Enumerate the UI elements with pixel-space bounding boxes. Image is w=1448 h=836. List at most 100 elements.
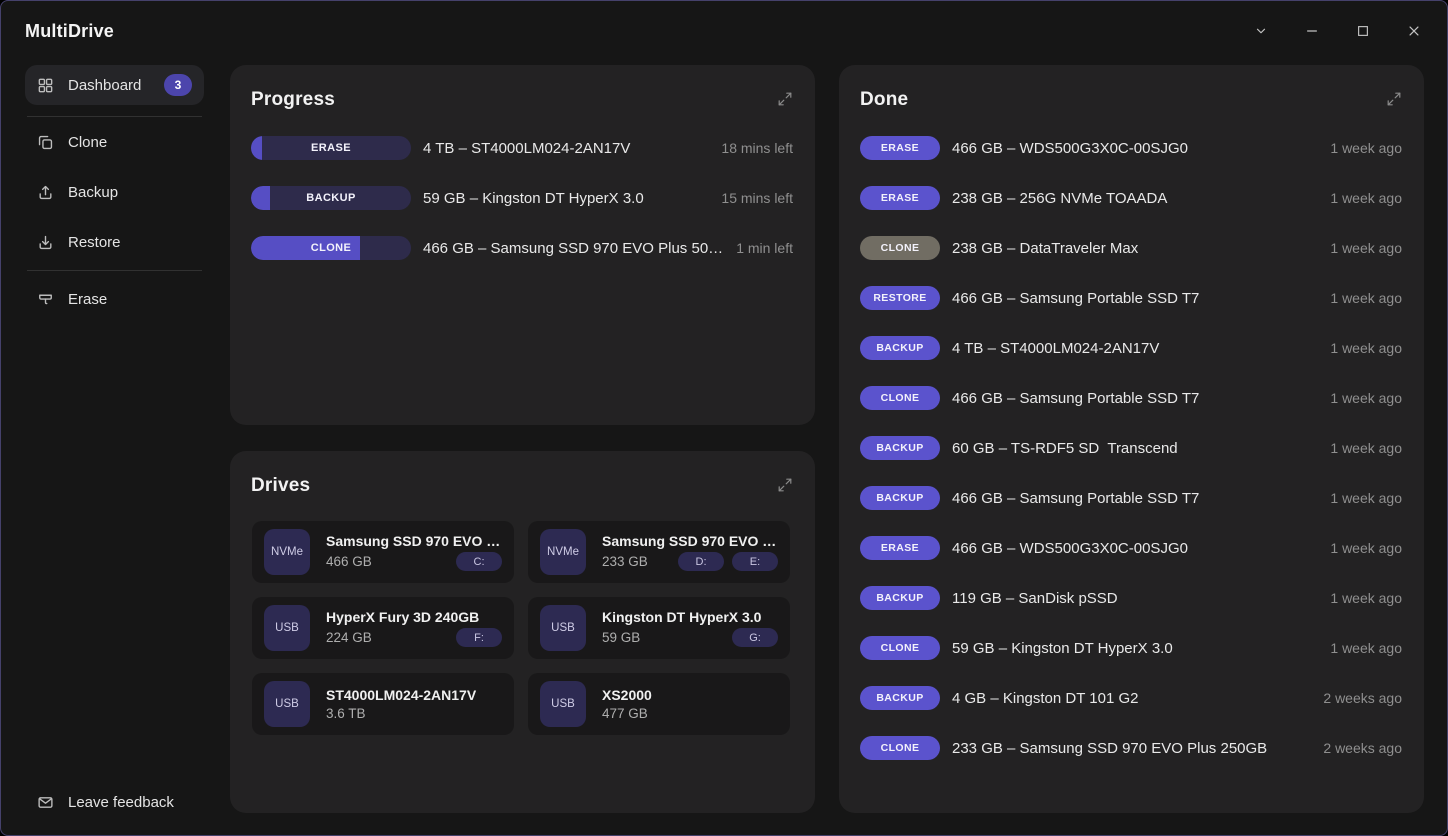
done-panel-title: Done: [860, 89, 908, 111]
drive-name: Kingston DT HyperX 3.0: [602, 609, 778, 625]
sidebar-item-label: Restore: [68, 234, 192, 251]
done-row: CLONE 466 GB – Samsung Portable SSD T7 1…: [860, 386, 1402, 410]
maximize-icon[interactable]: [1355, 24, 1370, 39]
done-row: ERASE 238 GB – 256G NVMe TOAADA 1 week a…: [860, 186, 1402, 210]
completed-time: 1 week ago: [1330, 190, 1402, 206]
drive-name: 4 TB – ST4000LM024-2AN17V: [423, 140, 711, 157]
drive-type-badge: NVMe: [540, 529, 586, 575]
done-row: CLONE 233 GB – Samsung SSD 970 EVO Plus …: [860, 736, 1402, 760]
done-row: ERASE 466 GB – WDS500G3X0C-00SJG0 1 week…: [860, 136, 1402, 160]
drives-panel-title: Drives: [251, 475, 310, 497]
operation-badge: ERASE: [860, 186, 940, 210]
drive-card[interactable]: NVMe Samsung SSD 970 EVO Pl… 233 GB D:E:: [528, 521, 790, 583]
drives-panel: Drives NVMe Samsung SSD 970 EVO Pl… 466 …: [230, 451, 815, 813]
drive-name: 466 GB – Samsung SSD 970 EVO Plus 500GB: [423, 240, 726, 257]
drive-name: 4 GB – Kingston DT 101 G2: [952, 690, 1313, 707]
operation-badge: BACKUP: [860, 586, 940, 610]
drive-letter-pill: C:: [456, 552, 502, 571]
drive-info: ST4000LM024-2AN17V 3.6 TB: [326, 687, 502, 721]
backup-upload-icon: [37, 184, 54, 201]
drive-card[interactable]: USB Kingston DT HyperX 3.0 59 GB G:: [528, 597, 790, 659]
done-row: BACKUP 4 TB – ST4000LM024-2AN17V 1 week …: [860, 336, 1402, 360]
drive-size: 59 GB: [602, 630, 732, 645]
progress-panel: Progress ERASE 4 TB – ST4000LM024-2AN17V…: [230, 65, 815, 425]
drive-name: 238 GB – 256G NVMe TOAADA: [952, 190, 1320, 207]
done-row: BACKUP 60 GB – TS-RDF5 SD Transcend 1 we…: [860, 436, 1402, 460]
drive-info: Samsung SSD 970 EVO Pl… 466 GB C:: [326, 533, 502, 571]
drive-size: 466 GB: [326, 554, 456, 569]
completed-time: 1 week ago: [1330, 240, 1402, 256]
completed-time: 1 week ago: [1330, 640, 1402, 656]
drive-info: HyperX Fury 3D 240GB 224 GB F:: [326, 609, 502, 647]
minimize-icon[interactable]: [1304, 24, 1319, 39]
operation-badge: BACKUP: [251, 186, 411, 210]
sidebar-item-label: Clone: [68, 134, 192, 151]
completed-time: 1 week ago: [1330, 140, 1402, 156]
sidebar-item-erase[interactable]: Erase: [25, 274, 204, 324]
close-icon[interactable]: [1406, 24, 1421, 39]
done-row: CLONE 59 GB – Kingston DT HyperX 3.0 1 w…: [860, 636, 1402, 660]
window-controls: [1253, 1, 1447, 61]
sidebar-item-clone[interactable]: Clone: [25, 117, 204, 167]
operation-badge: ERASE: [251, 136, 411, 160]
sidebar-item-label: Erase: [68, 291, 192, 308]
progress-row: ERASE 4 TB – ST4000LM024-2AN17V 18 mins …: [251, 136, 793, 160]
operation-badge: BACKUP: [860, 686, 940, 710]
done-row: BACKUP 466 GB – Samsung Portable SSD T7 …: [860, 486, 1402, 510]
done-row: ERASE 466 GB – WDS500G3X0C-00SJG0 1 week…: [860, 536, 1402, 560]
drive-letter-pill: D:: [678, 552, 724, 571]
drive-letters: G:: [732, 628, 778, 647]
operation-badge: ERASE: [860, 136, 940, 160]
drive-type-badge: USB: [264, 605, 310, 651]
completed-time: 2 weeks ago: [1323, 690, 1402, 706]
drive-name: ST4000LM024-2AN17V: [326, 687, 502, 703]
expand-icon[interactable]: [777, 91, 793, 107]
operation-badge: CLONE: [860, 386, 940, 410]
progress-bar: BACKUP: [251, 186, 411, 210]
drive-name: 59 GB – Kingston DT HyperX 3.0: [952, 640, 1320, 657]
sidebar-item-backup[interactable]: Backup: [25, 167, 204, 217]
drive-size: 224 GB: [326, 630, 456, 645]
drive-letters: D: E:: [678, 552, 778, 571]
drive-name: Samsung SSD 970 EVO Pl…: [326, 533, 502, 549]
dashboard-grid-icon: [37, 77, 54, 94]
operation-badge: RESTORE: [860, 286, 940, 310]
clone-copy-icon: [37, 134, 54, 151]
drive-card[interactable]: USB HyperX Fury 3D 240GB 224 GB F:: [252, 597, 514, 659]
drive-card[interactable]: USB ST4000LM024-2AN17V 3.6 TB: [252, 673, 514, 735]
progress-row: BACKUP 59 GB – Kingston DT HyperX 3.0 15…: [251, 186, 793, 210]
drive-name: 466 GB – WDS500G3X0C-00SJG0: [952, 540, 1320, 557]
operation-badge: CLONE: [860, 736, 940, 760]
completed-time: 1 week ago: [1330, 390, 1402, 406]
drive-card[interactable]: USB XS2000 477 GB: [528, 673, 790, 735]
drive-card[interactable]: NVMe Samsung SSD 970 EVO Pl… 466 GB C:: [252, 521, 514, 583]
drive-name: HyperX Fury 3D 240GB: [326, 609, 502, 625]
progress-bar: CLONE: [251, 236, 411, 260]
completed-time: 1 week ago: [1330, 290, 1402, 306]
erase-squeegee-icon: [37, 291, 54, 308]
progress-panel-title: Progress: [251, 89, 335, 111]
drive-type-badge: USB: [540, 681, 586, 727]
completed-time: 1 week ago: [1330, 590, 1402, 606]
sidebar-item-restore[interactable]: Restore: [25, 217, 204, 267]
drive-letters: C:: [456, 552, 502, 571]
sidebar-item-label: Dashboard: [68, 77, 164, 94]
progress-bar: ERASE: [251, 136, 411, 160]
operation-badge: CLONE: [860, 236, 940, 260]
sidebar: Dashboard 3 Clone Backup Restore: [25, 65, 204, 835]
drive-letter-pill: G:: [732, 628, 778, 647]
chevron-down-icon[interactable]: [1253, 24, 1268, 39]
operation-badge: BACKUP: [860, 436, 940, 460]
sidebar-divider: [27, 270, 202, 271]
operation-badge: BACKUP: [860, 486, 940, 510]
drive-info: Kingston DT HyperX 3.0 59 GB G:: [602, 609, 778, 647]
leave-feedback-button[interactable]: Leave feedback: [37, 794, 174, 811]
expand-icon[interactable]: [777, 477, 793, 493]
expand-icon[interactable]: [1386, 91, 1402, 107]
dashboard-count-badge: 3: [164, 74, 192, 96]
sidebar-item-dashboard[interactable]: Dashboard 3: [25, 65, 204, 105]
drive-letter-pill: E:: [732, 552, 778, 571]
time-left: 18 mins left: [721, 140, 793, 156]
envelope-icon: [37, 794, 54, 811]
app-window: MultiDrive Dashboard 3: [0, 0, 1448, 836]
